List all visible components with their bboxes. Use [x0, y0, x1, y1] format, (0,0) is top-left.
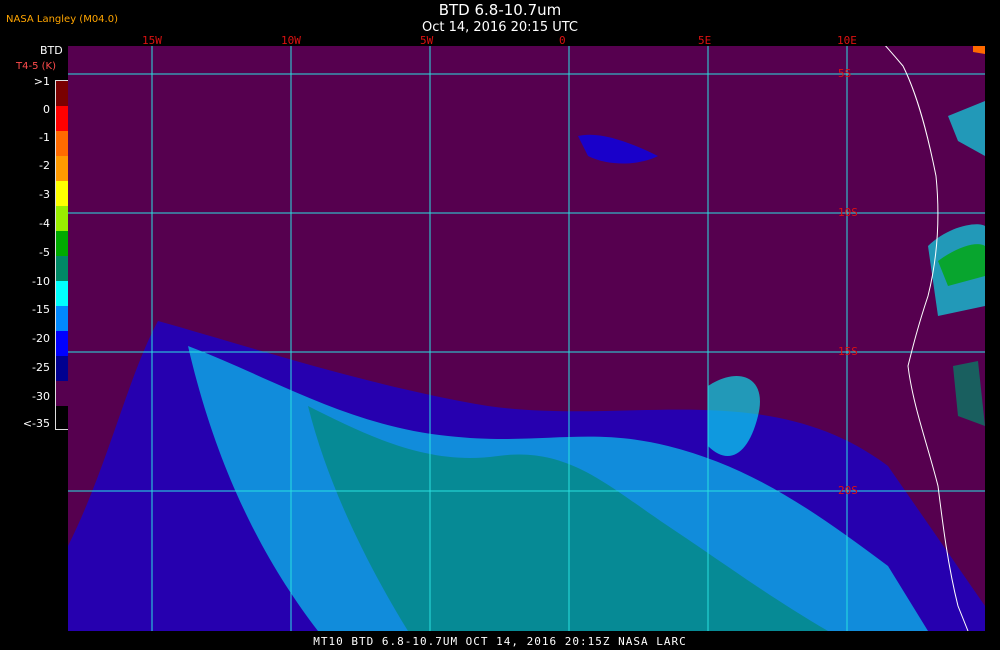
cloud-hot-corner — [973, 46, 985, 54]
map-canvas — [68, 46, 985, 631]
color-scale-tick-label: -20 — [32, 332, 50, 345]
latitude-label: 10S — [838, 206, 858, 219]
legend-units: T4-5 (K) — [16, 61, 56, 72]
cloud-patch-coast-4 — [953, 361, 985, 426]
color-scale-tick-label: 0 — [43, 103, 50, 116]
color-scale-tick-label: -25 — [32, 361, 50, 374]
longitude-label: 10E — [837, 34, 857, 47]
color-scale-tick-label: <-35 — [22, 417, 50, 430]
longitude-label: 15W — [142, 34, 162, 47]
longitude-label: 5E — [698, 34, 712, 47]
latitude-label: 5S — [838, 67, 852, 80]
longitude-label: 0 — [559, 34, 566, 47]
cloud-patch-north — [578, 134, 658, 164]
color-scale-tick-label: >1 — [33, 75, 50, 88]
latitude-label: 20S — [838, 484, 858, 497]
color-scale-tick-label: -15 — [32, 303, 50, 316]
footer-caption: MT10 BTD 6.8-10.7UM OCT 14, 2016 20:15Z … — [313, 635, 687, 648]
image-timestamp: Oct 14, 2016 20:15 UTC — [422, 20, 578, 35]
latitude-label: 15S — [838, 345, 858, 358]
color-scale-tick-label: -1 — [39, 131, 50, 144]
color-scale-tick-label: -30 — [32, 390, 50, 403]
cloud-patch-coast-1 — [948, 101, 985, 156]
longitude-label: 5W — [420, 34, 434, 47]
legend-title: BTD — [40, 44, 63, 57]
color-scale-tick-label: -5 — [39, 246, 50, 259]
satellite-map — [68, 46, 985, 631]
image-title: BTD 6.8-10.7um — [438, 1, 562, 19]
longitude-label: 10W — [281, 34, 301, 47]
color-scale-tick-label: -10 — [32, 275, 50, 288]
color-scale-tick-label: -4 — [39, 217, 50, 230]
color-scale-tick-label: -3 — [39, 188, 50, 201]
color-scale-tick-label: -2 — [39, 159, 50, 172]
